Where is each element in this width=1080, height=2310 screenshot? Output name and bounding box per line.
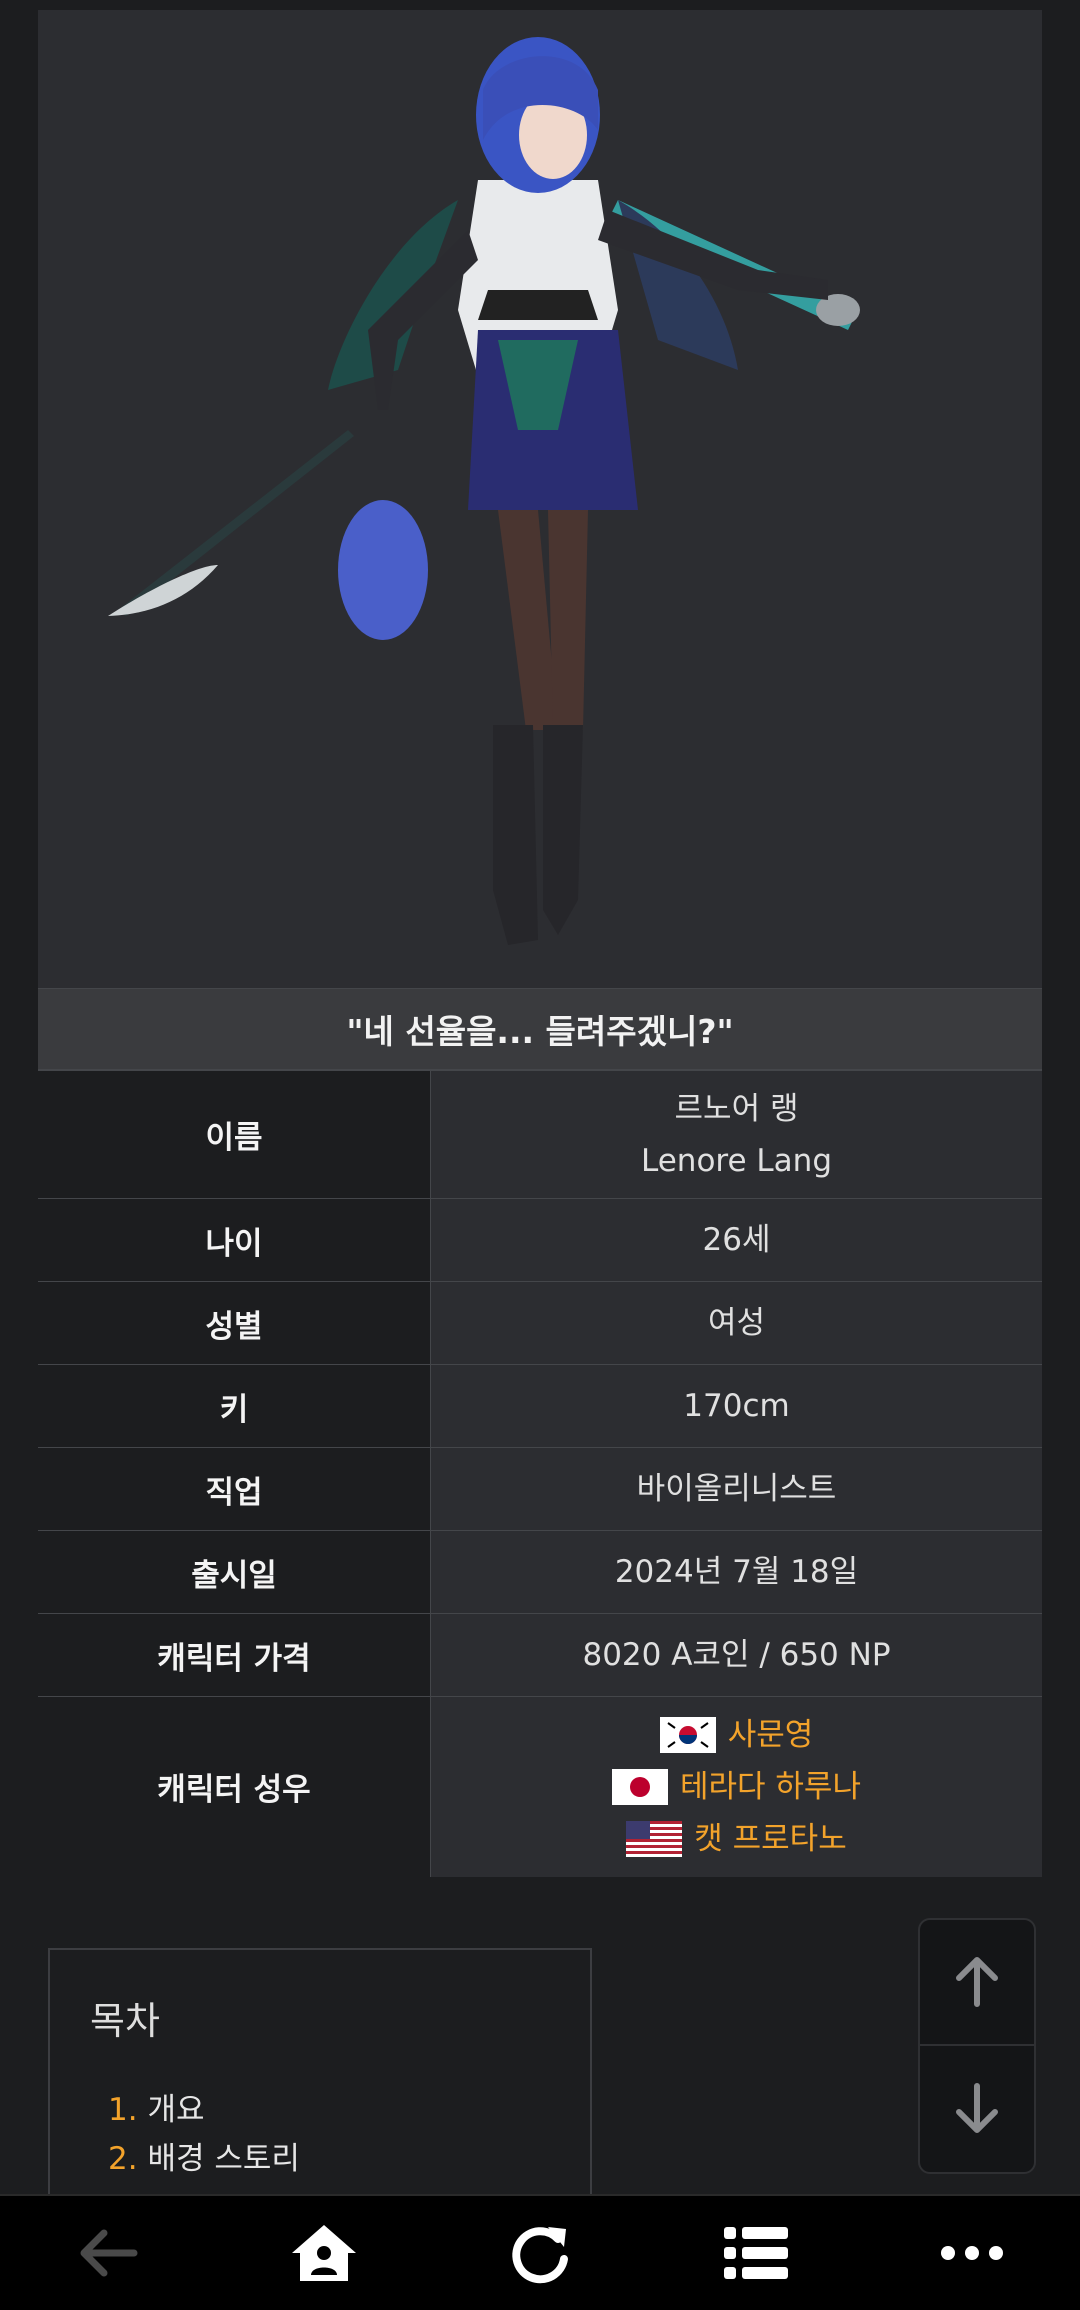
name-english: Lenore Lang xyxy=(641,1142,832,1179)
scroll-up-button[interactable] xyxy=(920,1920,1034,2044)
job-label: 직업 xyxy=(38,1447,431,1531)
info-row-height: 키 170cm xyxy=(38,1364,1042,1448)
arrow-up-icon xyxy=(956,1957,998,2007)
korea-flag-icon xyxy=(659,1716,716,1753)
toc-list: 1. 개요 2. 배경 스토리 xyxy=(108,2086,300,2184)
release-date-value: 2024년 7월 18일 xyxy=(430,1530,1042,1614)
japan-flag-icon xyxy=(612,1768,668,1805)
voice-actor-english[interactable]: 캣 프로타노 xyxy=(432,1813,1041,1865)
toc-item-number[interactable]: 1. xyxy=(108,2092,138,2128)
info-row-release-date: 출시일 2024년 7월 18일 xyxy=(38,1530,1042,1614)
bottom-navigation-bar xyxy=(0,2194,1080,2310)
usa-flag-icon xyxy=(626,1820,683,1857)
name-korean: 르노어 랭 xyxy=(674,1090,799,1127)
table-of-contents: 목차 1. 개요 2. 배경 스토리 xyxy=(48,1948,592,2212)
back-button[interactable] xyxy=(48,2203,168,2303)
gender-value: 여성 xyxy=(430,1281,1042,1365)
home-button[interactable] xyxy=(264,2203,384,2303)
info-row-name: 이름 르노어 랭 Lenore Lang xyxy=(38,1070,1042,1199)
arrow-down-icon xyxy=(956,2083,998,2133)
info-row-voice-actors: 캐릭터 성우 사문영 테라다 하루나 캣 프로타노 xyxy=(38,1696,1042,1877)
price-value: 8020 A코인 / 650 NP xyxy=(430,1613,1042,1697)
character-quote: "네 선율을... 들려주겠니?" xyxy=(38,988,1042,1070)
voice-actor-name[interactable]: 사문영 xyxy=(728,1709,814,1761)
menu-list-icon xyxy=(724,2227,788,2279)
info-row-gender: 성별 여성 xyxy=(38,1281,1042,1365)
back-arrow-icon xyxy=(80,2229,138,2277)
toc-title: 목차 xyxy=(90,1999,160,2043)
age-value: 26세 xyxy=(430,1198,1042,1282)
scroll-down-button[interactable] xyxy=(920,2046,1034,2170)
voice-actor-name[interactable]: 테라다 하루나 xyxy=(680,1761,861,1813)
character-infobox: "네 선율을... 들려주겠니?" 이름 르노어 랭 Lenore Lang 나… xyxy=(38,10,1042,1877)
job-value: 바이올리니스트 xyxy=(430,1447,1042,1531)
price-label: 캐릭터 가격 xyxy=(38,1613,431,1697)
voice-actor-label: 캐릭터 성우 xyxy=(38,1696,431,1877)
info-row-age: 나이 26세 xyxy=(38,1198,1042,1282)
more-button[interactable] xyxy=(912,2203,1032,2303)
toc-item-label[interactable]: 배경 스토리 xyxy=(147,2141,299,2177)
age-label: 나이 xyxy=(38,1198,431,1282)
info-row-job: 직업 바이올리니스트 xyxy=(38,1447,1042,1531)
height-value: 170cm xyxy=(430,1364,1042,1448)
more-icon xyxy=(941,2246,1003,2260)
toc-item-label[interactable]: 개요 xyxy=(147,2092,204,2128)
info-row-price: 캐릭터 가격 8020 A코인 / 650 NP xyxy=(38,1613,1042,1697)
refresh-button[interactable] xyxy=(480,2203,600,2303)
height-label: 키 xyxy=(38,1364,431,1448)
character-info-table: 이름 르노어 랭 Lenore Lang 나이 26세 성별 여성 키 170c… xyxy=(38,1070,1042,1877)
menu-button[interactable] xyxy=(696,2203,816,2303)
voice-actor-korean[interactable]: 사문영 xyxy=(432,1709,1041,1761)
gender-label: 성별 xyxy=(38,1281,431,1365)
scroll-controls xyxy=(918,1918,1036,2174)
name-label: 이름 xyxy=(38,1070,431,1199)
voice-actor-name[interactable]: 캣 프로타노 xyxy=(694,1813,846,1865)
home-icon xyxy=(292,2225,356,2281)
release-date-label: 출시일 xyxy=(38,1530,431,1614)
toc-item[interactable]: 1. 개요 xyxy=(108,2086,300,2135)
toc-item[interactable]: 2. 배경 스토리 xyxy=(108,2135,300,2184)
refresh-icon xyxy=(512,2227,568,2284)
voice-actor-japanese[interactable]: 테라다 하루나 xyxy=(432,1761,1041,1813)
toc-item-number[interactable]: 2. xyxy=(108,2141,138,2177)
character-portrait xyxy=(38,10,1042,988)
page-content: "네 선율을... 들려주겠니?" 이름 르노어 랭 Lenore Lang 나… xyxy=(0,0,1080,2212)
